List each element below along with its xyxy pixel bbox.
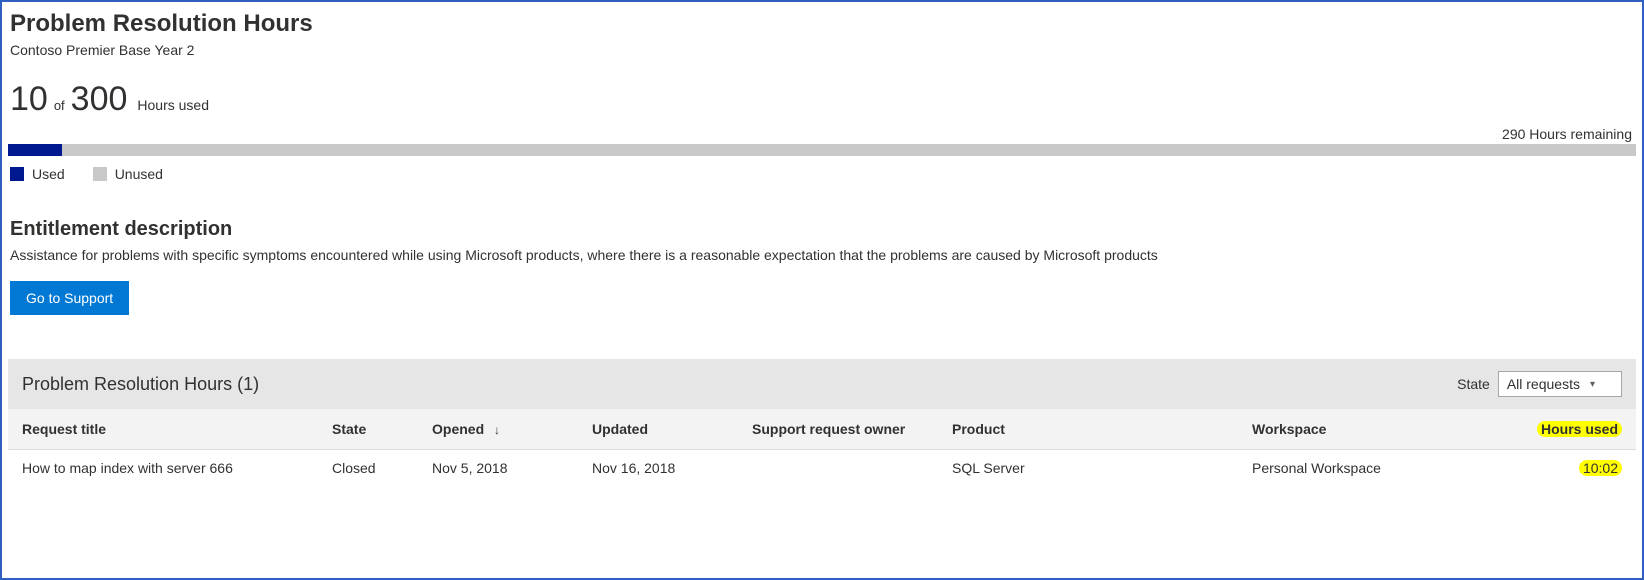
entitlement-description: Assistance for problems with specific sy… [10,247,1636,263]
hours-used-value: 10 [10,82,48,116]
swatch-used-icon [10,167,24,181]
col-owner[interactable]: Support request owner [738,409,938,450]
state-filter: State All requests ▾ [1457,371,1622,397]
table-header-bar: Problem Resolution Hours (1) State All r… [8,359,1636,409]
state-filter-value: All requests [1507,376,1580,392]
cell-state: Closed [318,450,418,487]
requests-table: Request title State Opened ↓ Updated Sup… [8,409,1636,486]
usage-legend: Used Unused [10,166,1636,182]
state-filter-select[interactable]: All requests ▾ [1498,371,1622,397]
table-row[interactable]: How to map index with server 666 Closed … [8,450,1636,487]
col-opened-label: Opened [432,421,484,437]
col-hours-used-label: Hours used [1537,421,1622,437]
col-hours-used[interactable]: Hours used [1478,409,1636,450]
swatch-unused-icon [93,167,107,181]
cell-opened: Nov 5, 2018 [418,450,578,487]
hours-total-value: 300 [71,82,128,116]
cell-request-title: How to map index with server 666 [8,450,318,487]
col-updated[interactable]: Updated [578,409,738,450]
cell-workspace: Personal Workspace [1238,450,1478,487]
col-product[interactable]: Product [938,409,1238,450]
cell-product: SQL Server [938,450,1238,487]
page-subtitle: Contoso Premier Base Year 2 [10,42,1636,58]
usage-progress-fill [8,144,62,156]
col-opened[interactable]: Opened ↓ [418,409,578,450]
table-title: Problem Resolution Hours (1) [22,374,259,395]
hours-used-label: Hours used [137,97,209,113]
chevron-down-icon: ▾ [1590,379,1595,390]
legend-used-label: Used [32,166,65,182]
sort-down-icon: ↓ [494,423,500,437]
cell-updated: Nov 16, 2018 [578,450,738,487]
usage-progress-bar [8,144,1636,156]
cell-owner [738,450,938,487]
usage-of-label: of [54,98,65,113]
col-state[interactable]: State [318,409,418,450]
cell-hours-used: 10:02 [1478,450,1636,487]
hours-remaining-label: 290 Hours remaining [8,126,1636,142]
page-frame: Problem Resolution Hours Contoso Premier… [0,0,1644,580]
legend-unused: Unused [93,166,163,182]
state-filter-label: State [1457,376,1490,392]
requests-table-section: Problem Resolution Hours (1) State All r… [8,359,1636,486]
usage-summary: 10 of 300 Hours used [10,82,1636,116]
col-request-title[interactable]: Request title [8,409,318,450]
table-header-row: Request title State Opened ↓ Updated Sup… [8,409,1636,450]
go-to-support-button[interactable]: Go to Support [10,281,129,315]
legend-used: Used [10,166,65,182]
entitlement-title: Entitlement description [10,218,1636,241]
page-title: Problem Resolution Hours [10,10,1636,38]
cell-hours-used-value: 10:02 [1579,460,1622,476]
legend-unused-label: Unused [115,166,163,182]
col-workspace[interactable]: Workspace [1238,409,1478,450]
